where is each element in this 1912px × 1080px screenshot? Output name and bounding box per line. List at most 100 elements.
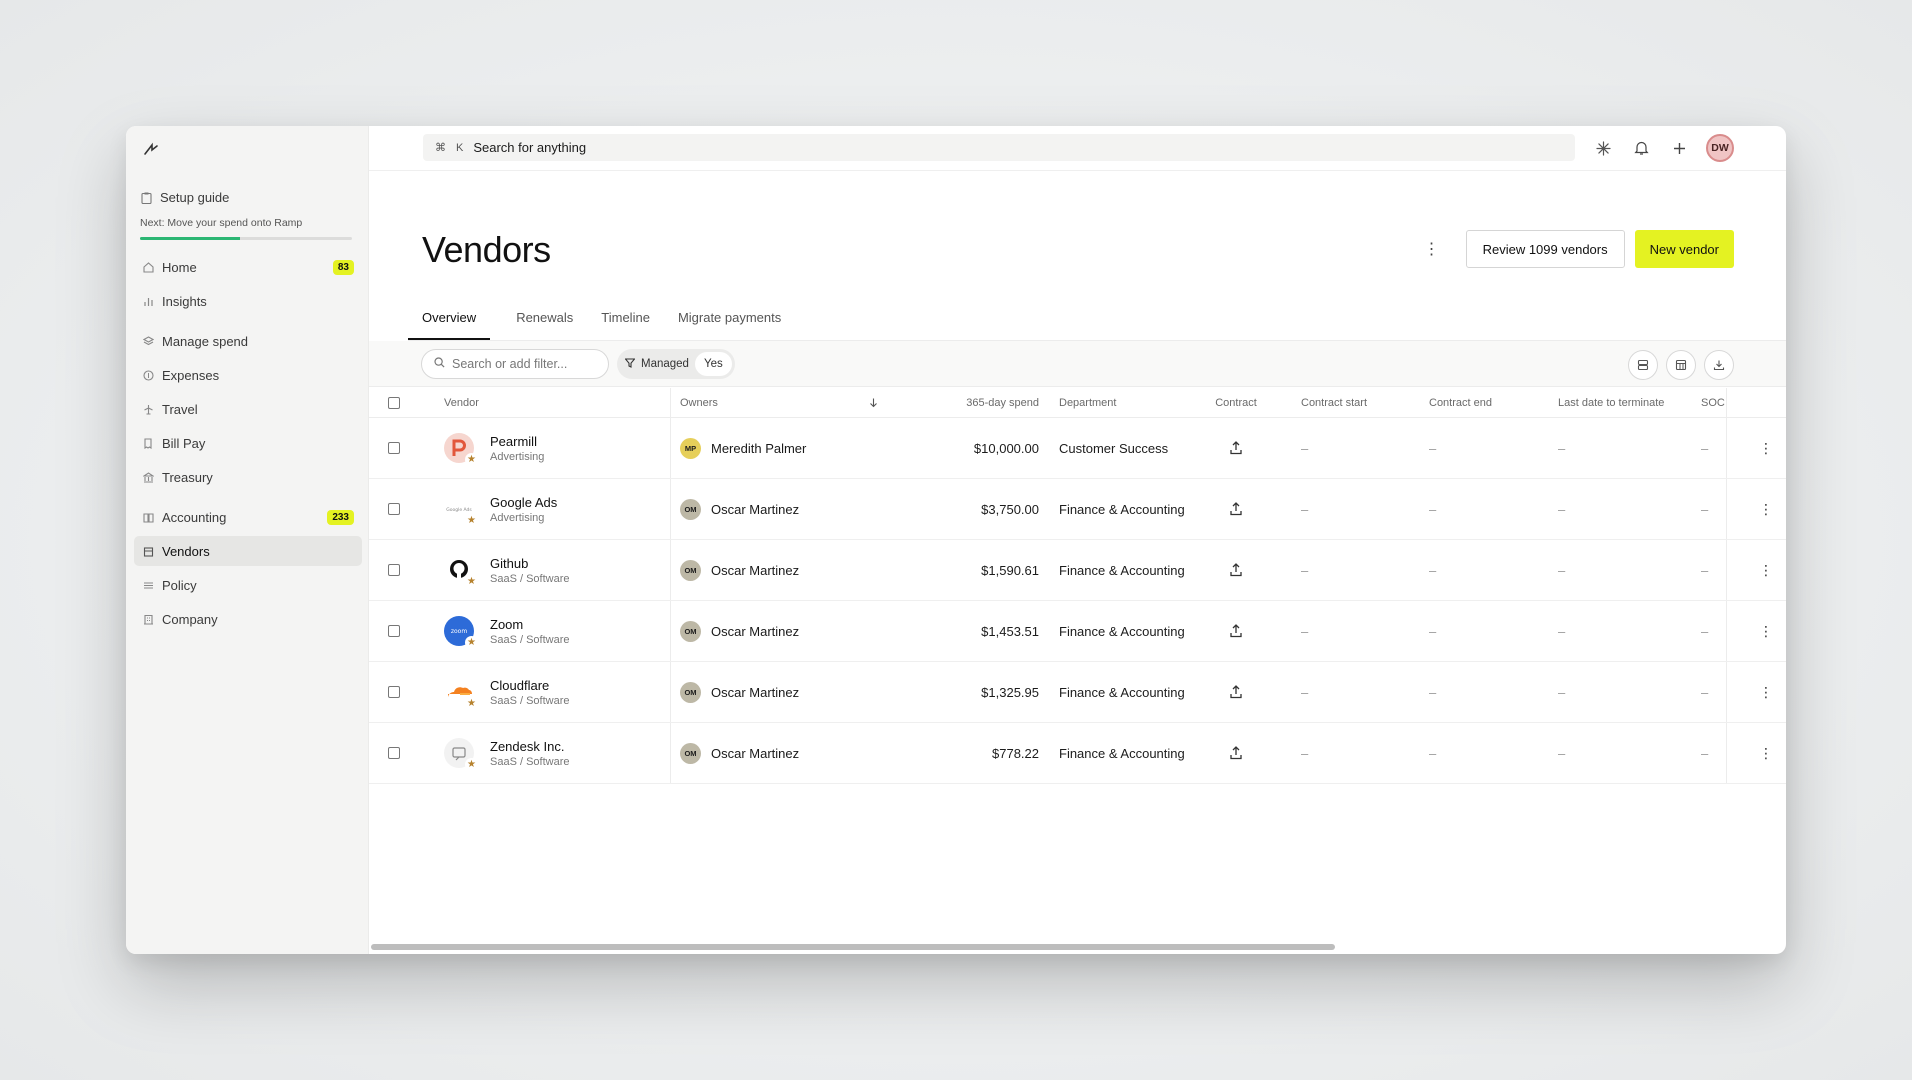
vendor-cell[interactable]: ★ Cloudflare SaaS / Software [444, 662, 614, 722]
vendor-cell[interactable]: ★ Github SaaS / Software [444, 540, 614, 600]
owner-cell[interactable]: OM Oscar Martinez [680, 479, 799, 539]
shortcut-key: K [456, 141, 464, 154]
bell-icon[interactable] [1630, 137, 1652, 159]
table-row[interactable]: ★ Cloudflare SaaS / Software OM Oscar Ma… [369, 662, 1786, 723]
vendor-cell[interactable]: zoom ★ Zoom SaaS / Software [444, 601, 614, 661]
upload-contract-icon[interactable] [1209, 479, 1263, 539]
sidebar-item-manage-spend[interactable]: Manage spend [134, 326, 362, 356]
bank-icon [142, 471, 154, 483]
column-owners[interactable]: Owners [680, 388, 718, 418]
page-actions: ⋮ Review 1099 vendors New vendor [1422, 230, 1734, 268]
sidebar-item-home[interactable]: Home 83 [134, 252, 362, 282]
sidebar-item-label: Expenses [162, 367, 220, 383]
table-row[interactable]: ★ Zendesk Inc. SaaS / Software OM Oscar … [369, 723, 1786, 784]
review-1099-button[interactable]: Review 1099 vendors [1465, 230, 1625, 268]
owner-cell[interactable]: OM Oscar Martinez [680, 723, 799, 783]
contract-start-value: – [1301, 501, 1309, 517]
column-spend[interactable]: 365-day spend [929, 388, 1039, 418]
tab-migrate-payments[interactable]: Migrate payments [664, 310, 795, 340]
contract-end-value: – [1429, 745, 1437, 761]
owner-avatar: OM [680, 559, 701, 581]
owner-cell[interactable]: OM Oscar Martinez [680, 662, 799, 722]
row-menu-icon[interactable]: ⋮ [1756, 662, 1776, 722]
tab-timeline[interactable]: Timeline [587, 310, 664, 340]
column-contract-end[interactable]: Contract end [1429, 388, 1492, 418]
owner-cell[interactable]: OM Oscar Martinez [680, 540, 799, 600]
owner-cell[interactable]: OM Oscar Martinez [680, 601, 799, 661]
scrollbar-thumb[interactable] [371, 944, 1335, 950]
bar-chart-icon [142, 295, 154, 307]
column-divider [670, 479, 671, 539]
sparkle-icon[interactable] [1592, 137, 1614, 159]
sidebar-item-bill-pay[interactable]: Bill Pay [134, 428, 362, 458]
row-checkbox[interactable] [388, 442, 400, 454]
table-row[interactable]: Google Ads ★ Google Ads Advertising OM Os… [369, 479, 1786, 540]
table-row[interactable]: zoom ★ Zoom SaaS / Software OM Oscar Mart… [369, 601, 1786, 662]
user-avatar[interactable]: DW [1706, 134, 1734, 162]
ramp-logo-icon[interactable] [142, 140, 160, 158]
star-icon: ★ [465, 575, 478, 588]
tab-renewals[interactable]: Renewals [502, 310, 587, 340]
sidebar-item-insights[interactable]: Insights [134, 286, 362, 316]
row-menu-icon[interactable]: ⋮ [1756, 418, 1776, 478]
contract-start-value: – [1301, 440, 1309, 456]
row-checkbox[interactable] [388, 503, 400, 515]
sidebar-item-travel[interactable]: Travel [134, 394, 362, 424]
top-bar-actions: DW [1592, 134, 1734, 162]
row-checkbox[interactable] [388, 747, 400, 759]
new-vendor-button[interactable]: New vendor [1634, 230, 1734, 268]
more-options-icon[interactable]: ⋮ [1422, 239, 1442, 259]
row-menu-icon[interactable]: ⋮ [1756, 601, 1776, 661]
sidebar-item-accounting[interactable]: Accounting 233 [134, 502, 362, 532]
last-date-value: – [1558, 501, 1566, 517]
upload-contract-icon[interactable] [1209, 418, 1263, 478]
vendor-cell[interactable]: ★ Zendesk Inc. SaaS / Software [444, 723, 614, 783]
last-date-value: – [1558, 745, 1566, 761]
column-contract[interactable]: Contract [1209, 388, 1263, 418]
upload-contract-icon[interactable] [1209, 662, 1263, 722]
select-all-checkbox[interactable] [388, 397, 400, 409]
setup-guide[interactable]: Setup guide Next: Move your spend onto R… [140, 190, 356, 240]
column-department[interactable]: Department [1059, 388, 1116, 418]
building-icon [142, 613, 154, 625]
row-menu-icon[interactable]: ⋮ [1756, 723, 1776, 783]
table-row[interactable]: ★ Github SaaS / Software OM Oscar Martin… [369, 540, 1786, 601]
sidebar: Setup guide Next: Move your spend onto R… [126, 126, 369, 954]
vendor-cell[interactable]: Google Ads ★ Google Ads Advertising [444, 479, 614, 539]
row-checkbox[interactable] [388, 686, 400, 698]
vendor-cell[interactable]: ★ Pearmill Advertising [444, 418, 614, 478]
tab-overview[interactable]: Overview [408, 310, 491, 340]
upload-contract-icon[interactable] [1209, 723, 1263, 783]
sort-descending-icon[interactable] [869, 388, 878, 418]
plus-icon[interactable] [1668, 137, 1690, 159]
filter-chip-value[interactable]: Yes [694, 352, 732, 376]
column-vendor[interactable]: Vendor [444, 388, 479, 418]
department-value: Finance & Accounting [1059, 623, 1185, 639]
owner-cell[interactable]: MP Meredith Palmer [680, 418, 806, 478]
column-soc[interactable]: SOC I [1701, 388, 1726, 418]
filter-search-input[interactable]: Search or add filter... [421, 349, 609, 379]
horizontal-scrollbar[interactable] [371, 944, 1786, 951]
download-icon[interactable] [1704, 350, 1734, 380]
sidebar-item-company[interactable]: Company [134, 604, 362, 634]
row-menu-icon[interactable]: ⋮ [1756, 540, 1776, 600]
row-menu-icon[interactable]: ⋮ [1756, 479, 1776, 539]
sidebar-item-policy[interactable]: Policy [134, 570, 362, 600]
column-last-date-to-terminate[interactable]: Last date to terminate [1558, 388, 1664, 418]
plane-icon [142, 403, 154, 415]
sidebar-item-vendors[interactable]: Vendors [134, 536, 362, 566]
group-rows-icon[interactable] [1628, 350, 1658, 380]
sidebar-item-expenses[interactable]: Expenses [134, 360, 362, 390]
managed-filter-chip[interactable]: Managed Yes [617, 349, 735, 379]
columns-icon[interactable] [1666, 350, 1696, 380]
column-contract-start[interactable]: Contract start [1301, 388, 1367, 418]
upload-contract-icon[interactable] [1209, 540, 1263, 600]
sidebar-item-treasury[interactable]: Treasury [134, 462, 362, 492]
global-search[interactable]: ⌘ K Search for anything [423, 134, 1575, 161]
row-checkbox[interactable] [388, 564, 400, 576]
upload-contract-icon[interactable] [1209, 601, 1263, 661]
table-view-actions [1628, 350, 1734, 380]
row-checkbox[interactable] [388, 625, 400, 637]
setup-next-step: Next: Move your spend onto Ramp [140, 217, 303, 229]
table-row[interactable]: ★ Pearmill Advertising MP Meredith Palme… [369, 418, 1786, 479]
